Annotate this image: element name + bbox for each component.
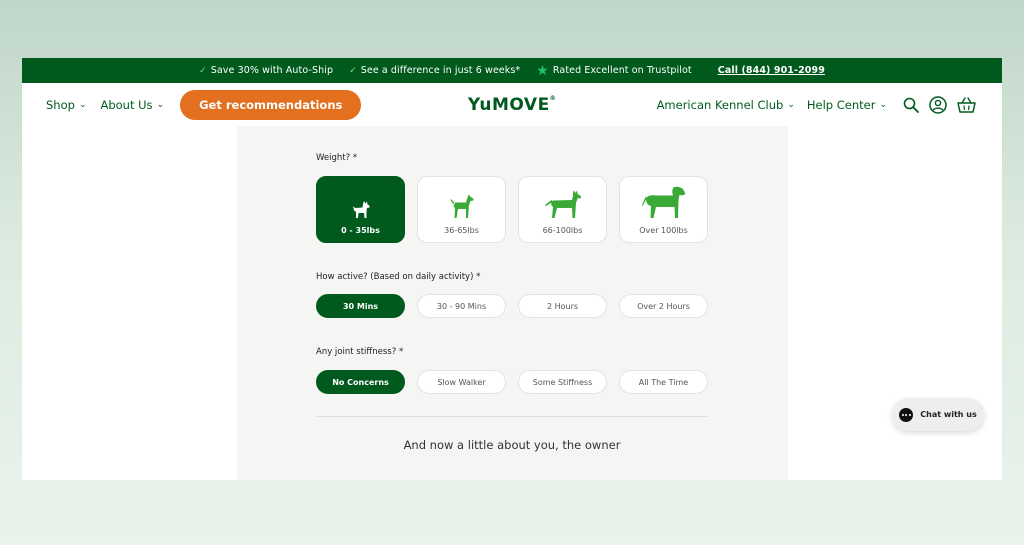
promo-text: Rated Excellent on Trustpilot <box>552 65 692 76</box>
promo-text: See a difference in just 6 weeks* <box>360 65 521 76</box>
medium-dog-icon <box>450 194 474 218</box>
promo-item-weeks: ✓ See a difference in just 6 weeks* <box>349 65 520 76</box>
nav-left: Shop ⌄ About Us ⌄ Get recommendations <box>46 89 362 120</box>
nav-help-label: Help Center <box>806 97 876 112</box>
search-icon[interactable] <box>903 97 919 113</box>
nav-shop[interactable]: Shop ⌄ <box>46 98 86 112</box>
weight-option-medium[interactable]: 36-65lbs <box>417 176 506 243</box>
weight-option-label: 0 - 35lbs <box>341 226 380 235</box>
activity-option[interactable]: Over 2 Hours <box>619 294 708 318</box>
chevron-down-icon: ⌄ <box>156 99 165 110</box>
nav-about-label: About Us <box>100 97 153 112</box>
stiffness-option[interactable]: No Concerns <box>316 370 405 394</box>
site-header: Shop ⌄ About Us ⌄ Get recommendations Yu… <box>22 83 1002 126</box>
phone-link[interactable]: Call (844) 901-2099 <box>718 65 825 76</box>
quiz-panel: Weight? * 0 - 35lbs 36-65lbs 66-100lbs O… <box>237 126 788 480</box>
nav-akc-label: American Kennel Club <box>656 97 784 112</box>
activity-option[interactable]: 30 - 90 Mins <box>417 294 506 318</box>
stiffness-option[interactable]: All The Time <box>619 370 708 394</box>
chevron-down-icon: ⌄ <box>78 99 87 110</box>
basket-icon[interactable] <box>957 96 976 113</box>
weight-option-label: 36-65lbs <box>444 226 479 235</box>
get-recommendations-button[interactable]: Get recommendations <box>180 89 362 120</box>
chat-button[interactable]: Chat with us <box>892 398 984 431</box>
weight-option-label: 66-100lbs <box>542 226 583 235</box>
xlarge-dog-icon <box>641 186 685 218</box>
header-icons <box>903 95 976 114</box>
nav-right: American Kennel Club ⌄ Help Center ⌄ <box>657 95 976 114</box>
nav-akc[interactable]: American Kennel Club ⌄ <box>657 98 795 112</box>
nav-help[interactable]: Help Center ⌄ <box>807 98 887 112</box>
weight-option-large[interactable]: 66-100lbs <box>518 176 607 243</box>
stiffness-option[interactable]: Some Stiffness <box>518 370 607 394</box>
logo-text: YuMOVE <box>467 94 550 115</box>
account-icon[interactable] <box>929 95 947 114</box>
activity-options: 30 Mins 30 - 90 Mins 2 Hours Over 2 Hour… <box>316 294 708 318</box>
divider <box>316 416 708 417</box>
chat-label: Chat with us <box>920 410 977 419</box>
stiffness-option[interactable]: Slow Walker <box>417 370 506 394</box>
check-icon: ✓ <box>199 65 207 76</box>
weight-question: Weight? * <box>316 153 358 163</box>
check-icon: ✓ <box>349 65 357 76</box>
stiffness-options: No Concerns Slow Walker Some Stiffness A… <box>316 370 708 394</box>
chevron-down-icon: ⌄ <box>787 99 795 110</box>
owner-section-heading: And now a little about you, the owner <box>403 438 621 452</box>
trustpilot-star-icon: ★ <box>536 62 549 79</box>
promo-text: Save 30% with Auto-Ship <box>210 65 334 76</box>
large-dog-icon <box>544 190 581 218</box>
chat-bubble-icon <box>899 407 914 422</box>
nav-about[interactable]: About Us ⌄ <box>100 98 164 112</box>
weight-options: 0 - 35lbs 36-65lbs 66-100lbs Over 100lbs <box>316 176 708 243</box>
activity-option[interactable]: 2 Hours <box>518 294 607 318</box>
weight-option-xlarge[interactable]: Over 100lbs <box>619 176 708 243</box>
stiffness-question: Any joint stiffness? * <box>316 347 404 357</box>
promo-bar: ✓ Save 30% with Auto-Ship ✓ See a differ… <box>22 58 1002 83</box>
chevron-down-icon: ⌄ <box>879 99 887 110</box>
logo[interactable]: YuMOVE® <box>468 95 556 115</box>
activity-option[interactable]: 30 Mins <box>316 294 405 318</box>
activity-question: How active? (Based on daily activity) * <box>316 272 481 282</box>
nav-shop-label: Shop <box>46 97 75 112</box>
trademark-icon: ® <box>549 94 557 102</box>
small-dog-icon <box>352 201 370 218</box>
weight-option-label: Over 100lbs <box>639 226 688 235</box>
promo-item-autoship: ✓ Save 30% with Auto-Ship <box>199 65 333 76</box>
weight-option-small[interactable]: 0 - 35lbs <box>316 176 405 243</box>
page-frame: ✓ Save 30% with Auto-Ship ✓ See a differ… <box>22 58 1002 480</box>
promo-item-trustpilot[interactable]: ★ Rated Excellent on Trustpilot <box>536 64 692 78</box>
